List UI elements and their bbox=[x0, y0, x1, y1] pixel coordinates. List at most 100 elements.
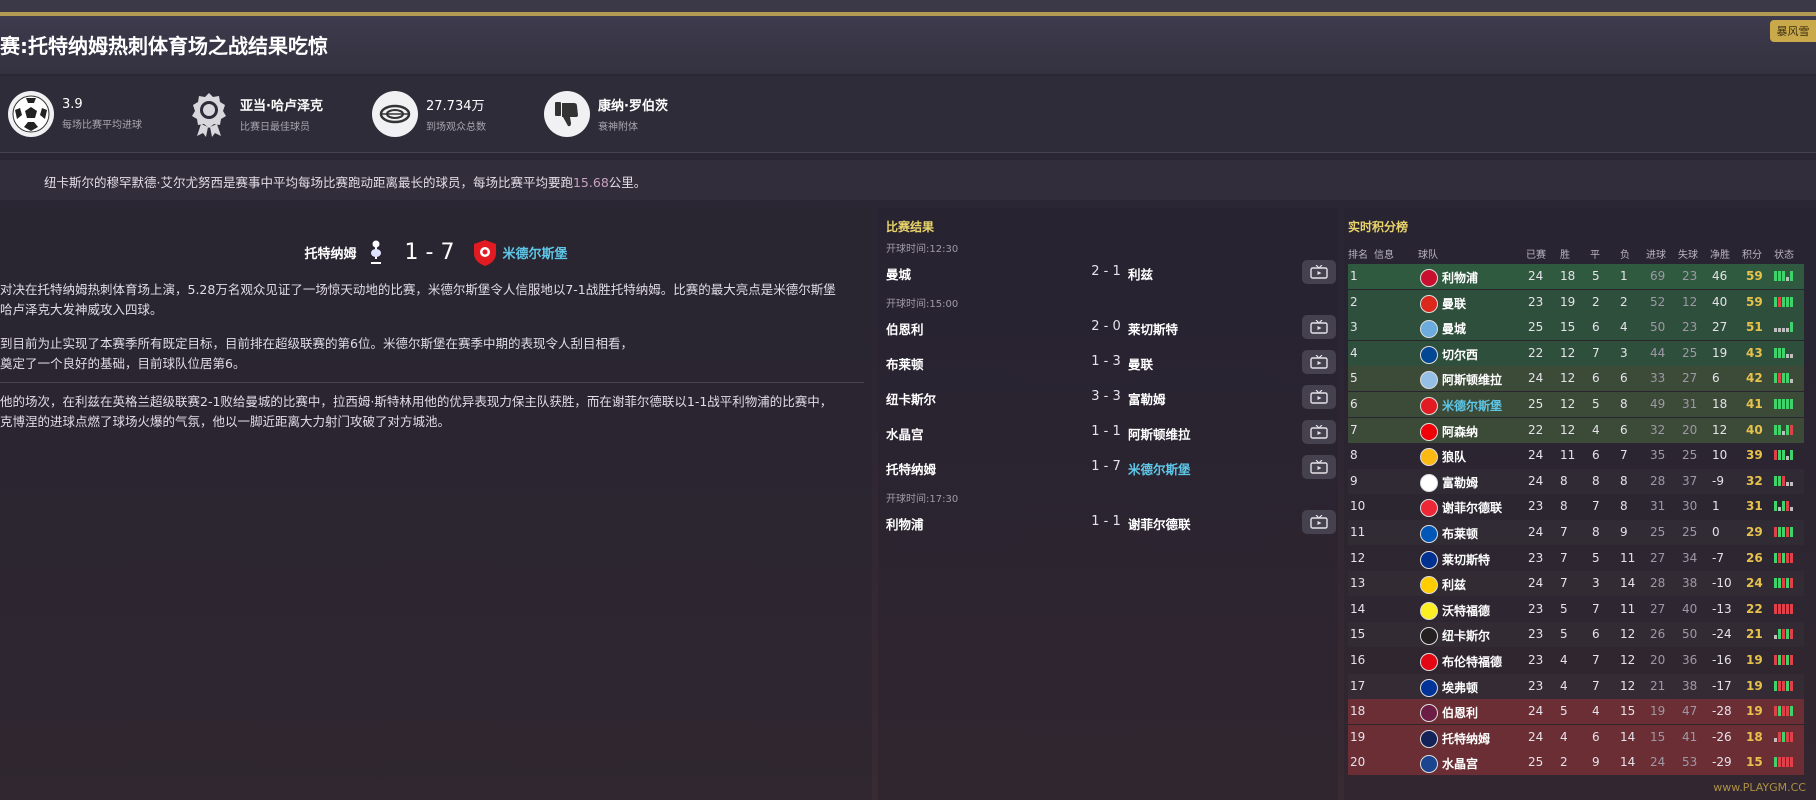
standings-row[interactable]: 9 富勒姆 24 8 8 8 28 37 -9 32 bbox=[1348, 469, 1804, 494]
result-row[interactable]: 水晶宫 1 - 1 阿斯顿维拉 bbox=[886, 418, 1336, 446]
standings-row[interactable]: 18 伯恩利 24 5 4 15 19 47 -28 19 bbox=[1348, 699, 1804, 725]
col-played[interactable]: 已赛 bbox=[1526, 246, 1546, 261]
watch-highlights-button[interactable] bbox=[1302, 510, 1336, 534]
standings-row[interactable]: 8 狼队 24 11 6 7 35 25 10 39 bbox=[1348, 443, 1804, 468]
result-away-team[interactable]: 莱切斯特 bbox=[1128, 319, 1178, 338]
row-gf: 26 bbox=[1650, 627, 1666, 642]
row-team[interactable]: 阿森纳 bbox=[1442, 423, 1478, 440]
result-row[interactable]: 纽卡斯尔 3 - 3 富勒姆 bbox=[886, 383, 1336, 411]
row-team[interactable]: 曼城 bbox=[1442, 320, 1466, 337]
row-team[interactable]: 富勒姆 bbox=[1442, 474, 1478, 491]
col-gf[interactable]: 进球 bbox=[1646, 246, 1666, 261]
row-team[interactable]: 利物浦 bbox=[1442, 269, 1478, 286]
result-home-team[interactable]: 伯恩利 bbox=[886, 319, 924, 338]
result-home-team[interactable]: 利物浦 bbox=[886, 514, 924, 533]
team-crest-icon bbox=[1420, 499, 1438, 518]
featured-scoreline[interactable]: 托特纳姆 1 - 7 米德尔斯堡 bbox=[0, 236, 872, 268]
standings-row[interactable]: 14 沃特福德 23 5 7 11 27 40 -13 22 bbox=[1348, 597, 1804, 622]
row-team[interactable]: 伯恩利 bbox=[1442, 704, 1478, 721]
col-ga[interactable]: 失球 bbox=[1678, 246, 1698, 261]
weather-tag[interactable]: 暴风雪 bbox=[1770, 20, 1816, 42]
standings-row[interactable]: 16 布伦特福德 23 4 7 12 20 36 -16 19 bbox=[1348, 648, 1804, 673]
col-won[interactable]: 胜 bbox=[1560, 246, 1570, 261]
result-away-team[interactable]: 利兹 bbox=[1128, 264, 1153, 283]
standings-row[interactable]: 6 米德尔斯堡 25 12 5 8 49 31 18 41 bbox=[1348, 392, 1804, 417]
row-team[interactable]: 曼联 bbox=[1442, 295, 1466, 312]
standings-row[interactable]: 5 阿斯顿维拉 24 12 6 6 33 27 6 42 bbox=[1348, 366, 1804, 392]
row-team[interactable]: 沃特福德 bbox=[1442, 602, 1490, 619]
standings-row[interactable]: 12 莱切斯特 23 7 5 11 27 34 -7 26 bbox=[1348, 546, 1804, 571]
stat-value: 3.9 bbox=[62, 97, 83, 112]
stat-unlucky-player[interactable]: 康纳·罗伯茨 衰神附体 bbox=[544, 90, 668, 138]
row-team[interactable]: 阿斯顿维拉 bbox=[1442, 371, 1502, 388]
row-played: 24 bbox=[1528, 473, 1544, 488]
stat-best-player[interactable]: 亚当·哈卢泽克 比赛日最佳球员 bbox=[186, 90, 323, 138]
featured-home-team[interactable]: 托特纳姆 bbox=[305, 243, 357, 262]
standings-row[interactable]: 19 托特纳姆 24 4 6 14 15 41 -26 18 bbox=[1348, 724, 1804, 750]
col-pts[interactable]: 积分 bbox=[1742, 246, 1762, 261]
row-team[interactable]: 谢菲尔德联 bbox=[1442, 499, 1502, 516]
result-away-team[interactable]: 米德尔斯堡 bbox=[1128, 459, 1191, 478]
result-away-team[interactable]: 谢菲尔德联 bbox=[1128, 514, 1191, 533]
result-home-team[interactable]: 曼城 bbox=[886, 264, 911, 283]
watch-highlights-button[interactable] bbox=[1302, 350, 1336, 374]
col-lost[interactable]: 负 bbox=[1620, 246, 1630, 261]
standings-row[interactable]: 13 利兹 24 7 3 14 28 38 -10 24 bbox=[1348, 571, 1804, 596]
row-form bbox=[1774, 397, 1794, 409]
row-team[interactable]: 埃弗顿 bbox=[1442, 679, 1478, 696]
result-row[interactable]: 曼城 2 - 1 利兹 bbox=[886, 258, 1336, 286]
watch-highlights-button[interactable] bbox=[1302, 455, 1336, 479]
col-team[interactable]: 球队 bbox=[1418, 246, 1438, 261]
result-away-team[interactable]: 富勒姆 bbox=[1128, 389, 1166, 408]
result-home-team[interactable]: 水晶宫 bbox=[886, 424, 924, 443]
featured-away-team[interactable]: 米德尔斯堡 bbox=[502, 243, 567, 262]
col-form[interactable]: 状态 bbox=[1774, 246, 1794, 261]
team-crest-icon bbox=[1420, 755, 1438, 774]
row-team[interactable]: 布莱顿 bbox=[1442, 525, 1478, 542]
row-played: 24 bbox=[1528, 448, 1544, 463]
standings-row[interactable]: 20 水晶宫 25 2 9 14 24 53 -29 15 bbox=[1348, 750, 1804, 776]
standings-row[interactable]: 1 利物浦 24 18 5 1 69 23 46 59 bbox=[1348, 264, 1804, 289]
standings-row[interactable]: 4 切尔西 22 12 7 3 44 25 19 43 bbox=[1348, 340, 1804, 366]
col-rank[interactable]: 排名 bbox=[1348, 246, 1368, 261]
row-team[interactable]: 米德尔斯堡 bbox=[1442, 397, 1502, 414]
result-row[interactable]: 利物浦 1 - 1 谢菲尔德联 bbox=[886, 508, 1336, 536]
row-team[interactable]: 切尔西 bbox=[1442, 346, 1478, 363]
row-team[interactable]: 狼队 bbox=[1442, 448, 1466, 465]
row-team[interactable]: 水晶宫 bbox=[1442, 755, 1478, 772]
result-away-team[interactable]: 曼联 bbox=[1128, 354, 1153, 373]
standings-row[interactable]: 7 阿森纳 22 12 4 6 32 20 12 40 bbox=[1348, 417, 1804, 443]
standings-row[interactable]: 11 布莱顿 24 7 8 9 25 25 0 29 bbox=[1348, 520, 1804, 545]
result-row[interactable]: 托特纳姆 1 - 7 米德尔斯堡 bbox=[886, 453, 1336, 481]
row-pts: 19 bbox=[1746, 653, 1763, 667]
standings-row[interactable]: 15 纽卡斯尔 23 5 6 12 26 50 -24 21 bbox=[1348, 622, 1804, 647]
standings-row[interactable]: 10 谢菲尔德联 23 8 7 8 31 30 1 31 bbox=[1348, 494, 1804, 519]
row-gf: 49 bbox=[1650, 397, 1666, 411]
row-team[interactable]: 莱切斯特 bbox=[1442, 551, 1490, 568]
standings-row[interactable]: 2 曼联 23 19 2 2 52 12 40 59 bbox=[1348, 289, 1804, 315]
result-row[interactable]: 布莱顿 1 - 3 曼联 bbox=[886, 348, 1336, 376]
stat-attendance: 27.734万 到场观众总数 bbox=[372, 90, 486, 138]
standings-row[interactable]: 3 曼城 25 15 6 4 50 23 27 51 bbox=[1348, 315, 1804, 341]
col-info[interactable]: 信息 bbox=[1374, 246, 1394, 261]
standings-row[interactable]: 17 埃弗顿 23 4 7 12 21 38 -17 19 bbox=[1348, 674, 1804, 699]
row-team[interactable]: 托特纳姆 bbox=[1442, 730, 1490, 747]
row-rank: 14 bbox=[1350, 601, 1366, 616]
result-away-team[interactable]: 阿斯顿维拉 bbox=[1128, 424, 1191, 443]
watch-highlights-button[interactable] bbox=[1302, 420, 1336, 444]
watch-highlights-button[interactable] bbox=[1302, 315, 1336, 339]
watch-highlights-button[interactable] bbox=[1302, 260, 1336, 284]
row-rank: 3 bbox=[1350, 320, 1358, 335]
col-drawn[interactable]: 平 bbox=[1590, 246, 1600, 261]
row-team[interactable]: 布伦特福德 bbox=[1442, 653, 1502, 670]
row-pts: 15 bbox=[1746, 755, 1763, 770]
row-team[interactable]: 利兹 bbox=[1442, 576, 1466, 593]
row-pts: 29 bbox=[1746, 525, 1763, 539]
result-home-team[interactable]: 托特纳姆 bbox=[886, 459, 936, 478]
row-team[interactable]: 纽卡斯尔 bbox=[1442, 627, 1490, 644]
result-home-team[interactable]: 纽卡斯尔 bbox=[886, 389, 936, 408]
result-home-team[interactable]: 布莱顿 bbox=[886, 354, 924, 373]
watch-highlights-button[interactable] bbox=[1302, 385, 1336, 409]
result-row[interactable]: 伯恩利 2 - 0 莱切斯特 bbox=[886, 313, 1336, 341]
col-gd[interactable]: 净胜 bbox=[1710, 246, 1730, 261]
